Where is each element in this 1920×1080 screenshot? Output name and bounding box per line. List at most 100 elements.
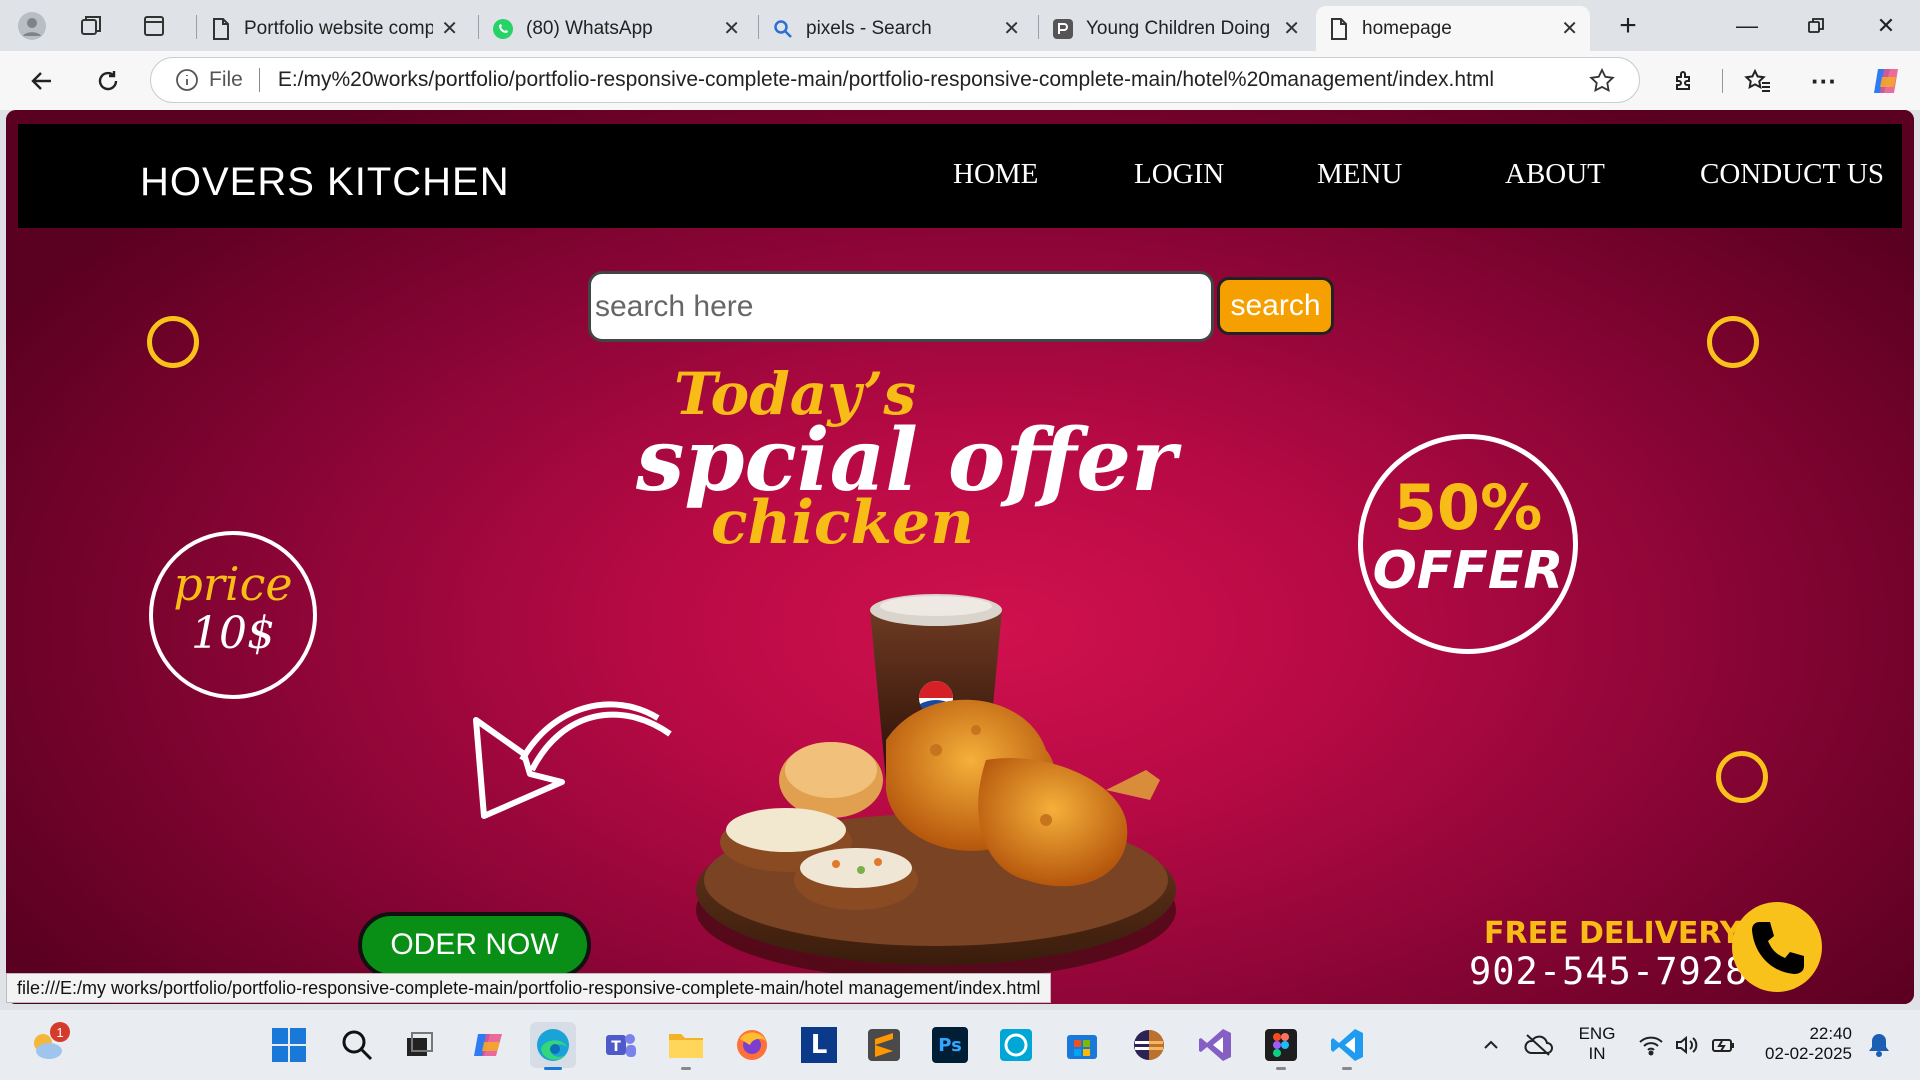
page-icon bbox=[1328, 17, 1350, 40]
tab-separator bbox=[1038, 15, 1039, 39]
phone-number: 902-545-7928 bbox=[1469, 950, 1749, 993]
close-icon[interactable]: ✕ bbox=[1003, 16, 1020, 41]
clock[interactable]: 22:40 02-02-2025 bbox=[1752, 1024, 1852, 1064]
nav-login[interactable]: LOGIN bbox=[1134, 158, 1224, 191]
hero-section: HOVERS KITCHEN HOME LOGIN MENU ABOUT CON… bbox=[6, 110, 1914, 1004]
running-indicator bbox=[1342, 1067, 1352, 1070]
file-explorer-icon[interactable] bbox=[663, 1022, 709, 1070]
microsoft-store-icon[interactable] bbox=[1059, 1022, 1105, 1068]
more-options-icon[interactable]: ··· bbox=[1804, 61, 1844, 101]
price-label: price bbox=[173, 557, 293, 611]
site-brand[interactable]: HOVERS KITCHEN bbox=[140, 160, 510, 205]
tab-title: pixels - Search bbox=[806, 17, 932, 39]
running-indicator bbox=[681, 1067, 691, 1070]
visual-studio-icon[interactable] bbox=[1192, 1022, 1238, 1068]
scheme-label: File bbox=[209, 68, 243, 91]
show-hidden-icons-icon[interactable] bbox=[1468, 1022, 1514, 1068]
restore-button[interactable] bbox=[1798, 8, 1834, 44]
active-indicator bbox=[544, 1067, 562, 1070]
minimize-button[interactable]: — bbox=[1729, 8, 1765, 44]
copilot-app-icon[interactable] bbox=[466, 1022, 512, 1068]
url-text[interactable]: E:/my%20works/portfolio/portfolio-respon… bbox=[278, 68, 1494, 92]
photoshop-letters: Ps bbox=[932, 1027, 968, 1063]
vertical-tabs-icon[interactable] bbox=[136, 8, 172, 44]
decor-ring bbox=[1707, 316, 1759, 368]
region-code: IN bbox=[1588, 1044, 1606, 1063]
teams-icon[interactable]: T bbox=[597, 1022, 643, 1068]
offer-badge: 50% OFFER bbox=[1358, 434, 1578, 654]
search-button[interactable]: search bbox=[1217, 277, 1334, 335]
notification-badge: 1 bbox=[50, 1022, 70, 1042]
pexels-icon bbox=[1052, 18, 1074, 40]
info-icon[interactable] bbox=[175, 68, 199, 92]
language-code: ENG bbox=[1578, 1024, 1616, 1043]
tab-title: Portfolio website compl bbox=[244, 17, 434, 39]
tab-whatsapp[interactable]: (80) WhatsApp ✕ bbox=[480, 6, 752, 51]
nav-home[interactable]: HOME bbox=[953, 158, 1038, 191]
tab-title: Young Children Doing F bbox=[1086, 17, 1276, 39]
close-icon[interactable]: ✕ bbox=[1283, 16, 1300, 41]
language-indicator[interactable]: ENG IN bbox=[1572, 1024, 1622, 1064]
reload-button[interactable] bbox=[88, 61, 128, 101]
alexa-icon[interactable] bbox=[993, 1022, 1039, 1068]
profile-avatar-icon[interactable] bbox=[14, 8, 50, 44]
firefox-icon[interactable] bbox=[729, 1022, 775, 1068]
phone-icon bbox=[1732, 902, 1822, 992]
running-indicator bbox=[1276, 1067, 1286, 1070]
tab-separator bbox=[196, 15, 197, 39]
page-icon bbox=[210, 17, 232, 40]
weather-widget-icon[interactable]: 1 bbox=[24, 1022, 70, 1068]
tab-homepage[interactable]: homepage ✕ bbox=[1316, 6, 1590, 51]
close-icon[interactable]: ✕ bbox=[723, 16, 740, 41]
favorite-star-icon[interactable] bbox=[1589, 67, 1615, 99]
address-bar[interactable]: File E:/my%20works/portfolio/portfolio-r… bbox=[150, 57, 1640, 103]
vscode-icon[interactable] bbox=[1324, 1022, 1370, 1070]
food-platter-image: pepsi bbox=[696, 594, 1176, 980]
onedrive-offline-icon[interactable] bbox=[1515, 1022, 1561, 1068]
close-window-button[interactable]: ✕ bbox=[1868, 8, 1904, 44]
svg-text:T: T bbox=[611, 1039, 621, 1055]
back-button[interactable] bbox=[22, 61, 62, 101]
battery-charging-icon[interactable] bbox=[1700, 1022, 1746, 1068]
tab-young-children[interactable]: Young Children Doing F ✕ bbox=[1040, 6, 1312, 51]
price-value: 10$ bbox=[191, 608, 275, 659]
figma-icon[interactable] bbox=[1258, 1022, 1304, 1070]
eclipse-icon[interactable] bbox=[1126, 1022, 1172, 1068]
start-menu-icon[interactable] bbox=[266, 1022, 312, 1068]
free-delivery-label: FREE DELIVERY bbox=[1484, 916, 1742, 951]
headline-chicken: chicken bbox=[711, 488, 974, 558]
nav-conduct-us[interactable]: CONDUCT US bbox=[1700, 158, 1884, 191]
tab-title: (80) WhatsApp bbox=[526, 17, 653, 39]
task-view-icon[interactable] bbox=[396, 1022, 442, 1068]
tab-title: homepage bbox=[1362, 17, 1452, 39]
extensions-icon[interactable] bbox=[1665, 61, 1705, 101]
copilot-icon[interactable] bbox=[1866, 61, 1906, 101]
nav-menu[interactable]: MENU bbox=[1317, 158, 1402, 191]
notification-bell-icon[interactable] bbox=[1856, 1022, 1902, 1068]
nav-about[interactable]: ABOUT bbox=[1505, 158, 1605, 191]
workspaces-icon[interactable] bbox=[74, 8, 110, 44]
site-navbar: HOVERS KITCHEN HOME LOGIN MENU ABOUT CON… bbox=[18, 124, 1902, 228]
app-l-icon[interactable]: L bbox=[796, 1022, 842, 1068]
sublime-text-icon[interactable] bbox=[861, 1022, 907, 1068]
tab-pixels-search[interactable]: pixels - Search ✕ bbox=[760, 6, 1032, 51]
decor-ring bbox=[1716, 751, 1768, 803]
browser-tab-strip: Portfolio website compl ✕ (80) WhatsApp … bbox=[0, 0, 1920, 51]
close-icon[interactable]: ✕ bbox=[441, 16, 458, 41]
offer-percent: 50% bbox=[1393, 471, 1543, 544]
search-icon[interactable] bbox=[334, 1022, 380, 1068]
order-now-button[interactable]: ODER NOW bbox=[358, 912, 591, 978]
edge-browser-icon[interactable] bbox=[530, 1022, 576, 1070]
price-badge: price 10$ bbox=[149, 531, 317, 699]
new-tab-button[interactable]: + bbox=[1610, 8, 1646, 44]
whatsapp-icon bbox=[492, 18, 514, 40]
tab-portfolio[interactable]: Portfolio website compl ✕ bbox=[198, 6, 470, 51]
curved-arrow-icon bbox=[473, 701, 672, 819]
search-input[interactable] bbox=[588, 271, 1214, 342]
toolbar-divider bbox=[1722, 69, 1723, 93]
tab-separator bbox=[478, 15, 479, 39]
close-icon[interactable]: ✕ bbox=[1561, 16, 1578, 41]
photoshop-icon[interactable]: Ps bbox=[927, 1022, 973, 1068]
favorites-icon[interactable] bbox=[1738, 61, 1778, 101]
link-status-bar: file:///E:/my works/portfolio/portfolio-… bbox=[6, 973, 1052, 1003]
